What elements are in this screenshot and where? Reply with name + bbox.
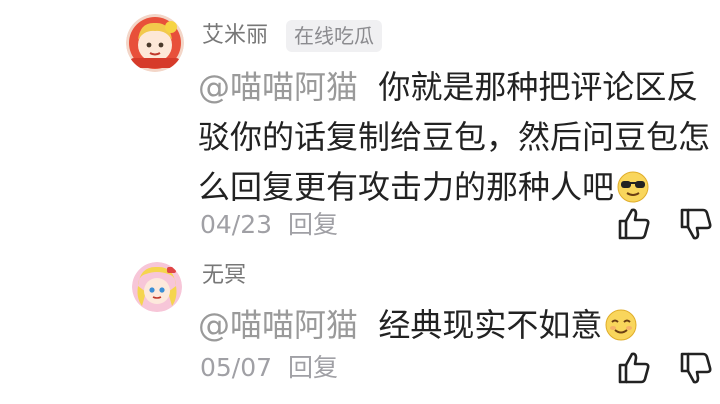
- thumbs-up-icon[interactable]: [616, 350, 652, 386]
- avatar[interactable]: [132, 262, 182, 312]
- reply-button[interactable]: 回复: [288, 353, 338, 382]
- comment-line: 驳你的话复制给豆包，然后问豆包怎: [198, 118, 711, 156]
- comment-line-text: 么回复更有攻击力的那种人吧: [198, 168, 615, 206]
- avatar[interactable]: [126, 14, 184, 72]
- relieved-smile-emoji-icon: [604, 306, 638, 356]
- comment-line-text: 经典现实不如意: [378, 306, 603, 344]
- thumbs-down-icon[interactable]: [678, 206, 714, 242]
- mention-link[interactable]: @喵喵阿猫: [198, 306, 358, 344]
- comment-line: @喵喵阿猫 经典现实不如意: [198, 300, 708, 356]
- comment-item: 艾米丽 在线吃瓜 @喵喵阿猫 你就是那种把评论区反 驳你的话复制给豆包，然后问豆…: [0, 0, 720, 250]
- comment-text: @喵喵阿猫 经典现实不如意: [198, 300, 708, 356]
- comment-line: @喵喵阿猫 你就是那种把评论区反: [198, 62, 708, 112]
- status-badge: 在线吃瓜: [286, 20, 382, 52]
- thumbs-up-icon[interactable]: [616, 206, 652, 242]
- comment-meta: 05/07 回复: [200, 353, 338, 383]
- username[interactable]: 无冥: [202, 262, 246, 290]
- comment-line-text: 你就是那种把评论区反: [378, 68, 699, 106]
- comment-text: @喵喵阿猫 你就是那种把评论区反 驳你的话复制给豆包，然后问豆包怎 么回复更有攻…: [198, 62, 711, 218]
- comment-item: 无冥 @喵喵阿猫 经典现实不如意 05/07 回复: [0, 250, 720, 404]
- thumbs-down-icon[interactable]: [678, 350, 714, 386]
- comment-section: 艾米丽 在线吃瓜 @喵喵阿猫 你就是那种把评论区反 驳你的话复制给豆包，然后问豆…: [0, 0, 720, 404]
- comment-date: 04/23: [200, 210, 273, 239]
- reply-button[interactable]: 回复: [288, 210, 338, 239]
- comment-date: 05/07: [200, 353, 273, 382]
- comment-meta: 04/23 回复: [200, 210, 338, 240]
- avatar-image: [132, 262, 182, 312]
- mention-link[interactable]: @喵喵阿猫: [198, 68, 358, 106]
- username[interactable]: 艾米丽: [202, 22, 268, 50]
- avatar-image: [126, 14, 184, 72]
